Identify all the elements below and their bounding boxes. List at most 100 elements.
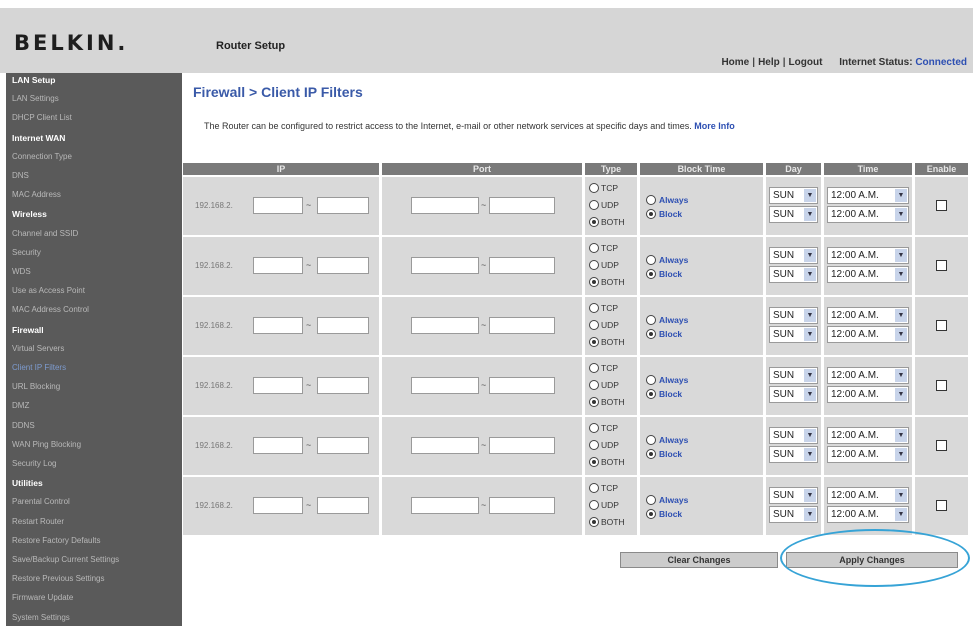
logout-link[interactable]: Logout (789, 57, 823, 68)
chevron-down-icon[interactable]: ▼ (895, 429, 907, 442)
chevron-down-icon[interactable]: ▼ (804, 208, 816, 221)
day-to-select[interactable]: SUN ▼ (769, 326, 818, 343)
type-udp-radio[interactable] (589, 260, 599, 270)
home-link[interactable]: Home (721, 57, 749, 68)
day-from-select[interactable]: SUN ▼ (769, 307, 818, 324)
time-from-select[interactable]: 12:00 A.M. ▼ (827, 247, 909, 264)
ip-start-input[interactable] (253, 377, 303, 394)
type-tcp-radio[interactable] (589, 243, 599, 253)
block-always-radio[interactable] (646, 495, 656, 505)
sidebar-item-dns[interactable]: DNS (12, 171, 29, 180)
port-start-input[interactable] (411, 377, 479, 394)
sidebar-item-mac-address-control[interactable]: MAC Address Control (12, 305, 89, 314)
chevron-down-icon[interactable]: ▼ (804, 268, 816, 281)
help-link[interactable]: Help (758, 57, 780, 68)
ip-end-input[interactable] (317, 377, 369, 394)
time-to-select[interactable]: 12:00 A.M. ▼ (827, 326, 909, 343)
port-start-input[interactable] (411, 257, 479, 274)
port-end-input[interactable] (489, 197, 555, 214)
sidebar-item-restart-router[interactable]: Restart Router (12, 517, 64, 526)
ip-end-input[interactable] (317, 497, 369, 514)
type-tcp-radio[interactable] (589, 483, 599, 493)
sidebar-item-wan-ping-blocking[interactable]: WAN Ping Blocking (12, 440, 81, 449)
chevron-down-icon[interactable]: ▼ (895, 508, 907, 521)
chevron-down-icon[interactable]: ▼ (895, 448, 907, 461)
type-both-radio[interactable] (589, 457, 599, 467)
chevron-down-icon[interactable]: ▼ (895, 328, 907, 341)
type-tcp-radio[interactable] (589, 303, 599, 313)
type-udp-radio[interactable] (589, 440, 599, 450)
chevron-down-icon[interactable]: ▼ (804, 388, 816, 401)
time-to-select[interactable]: 12:00 A.M. ▼ (827, 386, 909, 403)
sidebar-item-ddns[interactable]: DDNS (12, 421, 35, 430)
chevron-down-icon[interactable]: ▼ (804, 429, 816, 442)
port-end-input[interactable] (489, 497, 555, 514)
sidebar-item-restore-factory-defaults[interactable]: Restore Factory Defaults (12, 536, 100, 545)
block-always-radio[interactable] (646, 195, 656, 205)
enable-checkbox[interactable] (936, 260, 947, 271)
chevron-down-icon[interactable]: ▼ (804, 249, 816, 262)
ip-start-input[interactable] (253, 197, 303, 214)
chevron-down-icon[interactable]: ▼ (804, 508, 816, 521)
type-tcp-radio[interactable] (589, 423, 599, 433)
day-to-select[interactable]: SUN ▼ (769, 386, 818, 403)
sidebar-item-mac-address[interactable]: MAC Address (12, 190, 61, 199)
time-from-select[interactable]: 12:00 A.M. ▼ (827, 367, 909, 384)
chevron-down-icon[interactable]: ▼ (804, 309, 816, 322)
chevron-down-icon[interactable]: ▼ (895, 388, 907, 401)
type-both-radio[interactable] (589, 337, 599, 347)
sidebar-item-security-log[interactable]: Security Log (12, 459, 56, 468)
sidebar-item-firmware-update[interactable]: Firmware Update (12, 593, 73, 602)
block-always-radio[interactable] (646, 255, 656, 265)
chevron-down-icon[interactable]: ▼ (895, 489, 907, 502)
block-block-radio[interactable] (646, 209, 656, 219)
chevron-down-icon[interactable]: ▼ (895, 249, 907, 262)
sidebar-item-security[interactable]: Security (12, 248, 41, 257)
sidebar-item-url-blocking[interactable]: URL Blocking (12, 382, 60, 391)
sidebar-item-parental-control[interactable]: Parental Control (12, 497, 70, 506)
sidebar-item-lan-settings[interactable]: LAN Settings (12, 94, 59, 103)
chevron-down-icon[interactable]: ▼ (804, 489, 816, 502)
chevron-down-icon[interactable]: ▼ (895, 268, 907, 281)
sidebar-item-virtual-servers[interactable]: Virtual Servers (12, 344, 64, 353)
time-to-select[interactable]: 12:00 A.M. ▼ (827, 266, 909, 283)
time-from-select[interactable]: 12:00 A.M. ▼ (827, 427, 909, 444)
enable-checkbox[interactable] (936, 380, 947, 391)
ip-end-input[interactable] (317, 317, 369, 334)
port-start-input[interactable] (411, 437, 479, 454)
chevron-down-icon[interactable]: ▼ (895, 208, 907, 221)
block-block-radio[interactable] (646, 449, 656, 459)
ip-end-input[interactable] (317, 437, 369, 454)
block-block-radio[interactable] (646, 329, 656, 339)
time-to-select[interactable]: 12:00 A.M. ▼ (827, 506, 909, 523)
day-from-select[interactable]: SUN ▼ (769, 367, 818, 384)
time-from-select[interactable]: 12:00 A.M. ▼ (827, 307, 909, 324)
day-to-select[interactable]: SUN ▼ (769, 266, 818, 283)
port-end-input[interactable] (489, 257, 555, 274)
ip-end-input[interactable] (317, 257, 369, 274)
chevron-down-icon[interactable]: ▼ (895, 189, 907, 202)
chevron-down-icon[interactable]: ▼ (895, 369, 907, 382)
port-start-input[interactable] (411, 197, 479, 214)
block-block-radio[interactable] (646, 269, 656, 279)
type-tcp-radio[interactable] (589, 183, 599, 193)
type-both-radio[interactable] (589, 397, 599, 407)
more-info-link[interactable]: More Info (694, 121, 735, 131)
type-both-radio[interactable] (589, 517, 599, 527)
day-to-select[interactable]: SUN ▼ (769, 206, 818, 223)
sidebar-item-channel-and-ssid[interactable]: Channel and SSID (12, 229, 78, 238)
port-end-input[interactable] (489, 437, 555, 454)
sidebar-item-system-settings[interactable]: System Settings (12, 613, 70, 622)
type-tcp-radio[interactable] (589, 363, 599, 373)
type-both-radio[interactable] (589, 217, 599, 227)
type-both-radio[interactable] (589, 277, 599, 287)
chevron-down-icon[interactable]: ▼ (804, 369, 816, 382)
block-always-radio[interactable] (646, 435, 656, 445)
sidebar-item-dhcp-client-list[interactable]: DHCP Client List (12, 113, 72, 122)
port-end-input[interactable] (489, 377, 555, 394)
type-udp-radio[interactable] (589, 200, 599, 210)
day-from-select[interactable]: SUN ▼ (769, 427, 818, 444)
port-start-input[interactable] (411, 317, 479, 334)
clear-changes-button[interactable]: Clear Changes (620, 552, 778, 568)
chevron-down-icon[interactable]: ▼ (804, 189, 816, 202)
